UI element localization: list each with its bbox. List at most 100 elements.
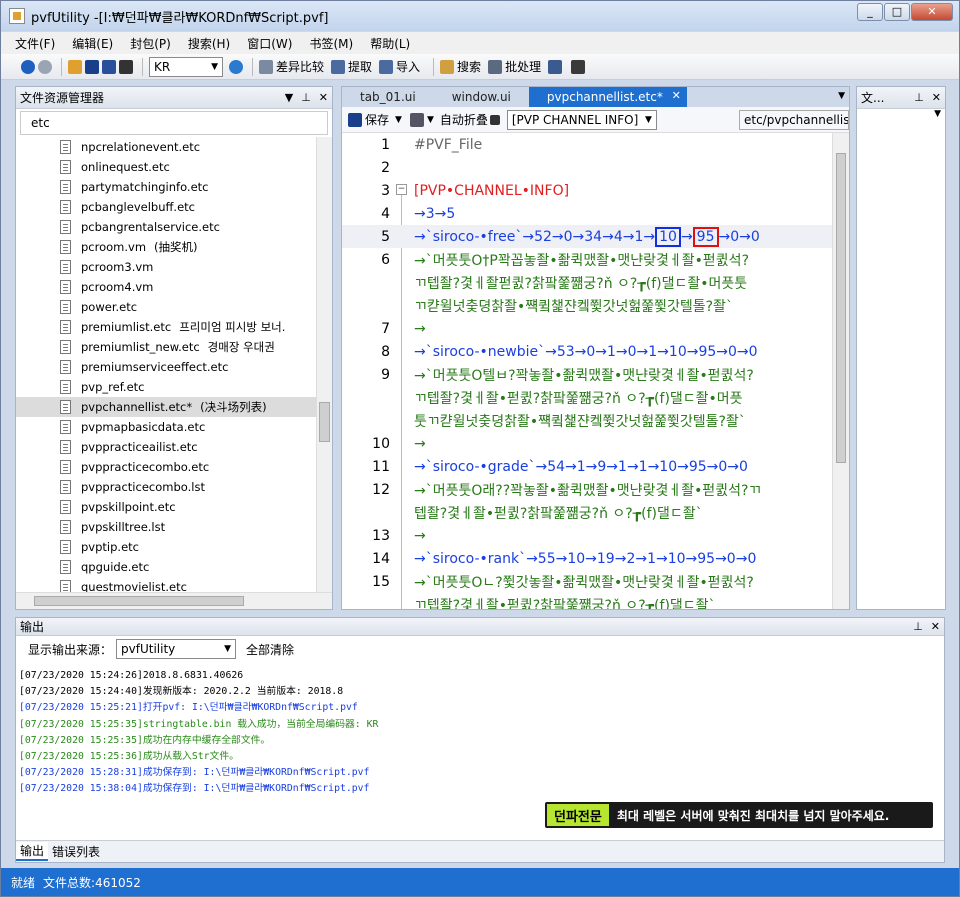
chevron-down-icon[interactable]: ▼ [395, 115, 402, 125]
bookmark-icon[interactable] [409, 112, 424, 127]
chevron-down-icon[interactable]: ▼ [427, 115, 434, 125]
batch-button[interactable]: 批处理 [488, 58, 541, 75]
save-label[interactable]: 保存 [365, 111, 389, 128]
diff-button[interactable]: 差异比较 [259, 58, 324, 75]
minimize-button[interactable]: _ [857, 3, 883, 21]
code-line[interactable]: 11 →`siroco-•grade`→54→1→9→1→1→10→95→0→0 [342, 455, 832, 478]
open-folder-icon[interactable] [68, 59, 82, 74]
code-line[interactable]: 8 →`siroco-•newbie`→53→0→1→0→1→10→95→0→0 [342, 340, 832, 363]
tab-window-ui[interactable]: window.ui [434, 87, 529, 107]
code-line[interactable]: 13 → [342, 524, 832, 547]
menu-help[interactable]: 帮助(L) [370, 35, 410, 52]
close-icon[interactable]: ✕ [931, 620, 940, 633]
save-icon[interactable] [85, 59, 99, 74]
file-list-item[interactable]: pvppracticecombo.lst [16, 477, 316, 497]
tab-error-list[interactable]: 错误列表 [48, 843, 104, 860]
scrollbar-thumb[interactable] [836, 153, 846, 463]
pin-icon[interactable]: ⊥ [913, 620, 923, 633]
code-line[interactable]: 3− [PVP•CHANNEL•INFO] [342, 179, 832, 202]
dropdown-icon[interactable]: ▼ [285, 91, 293, 104]
fold-toggle-icon[interactable]: − [396, 184, 407, 195]
menu-package[interactable]: 封包(P) [130, 35, 171, 52]
search-button[interactable]: 搜索 [440, 58, 481, 75]
dropdown-icon[interactable]: ▼ [857, 109, 945, 119]
file-list-item[interactable]: onlinequest.etc [16, 157, 316, 177]
code-line[interactable]: 2 [342, 156, 832, 179]
file-list-item[interactable]: premiumserviceeffect.etc [16, 357, 316, 377]
explorer-horizontal-scrollbar[interactable] [16, 592, 332, 609]
code-line[interactable]: 7 → [342, 317, 832, 340]
tab-output[interactable]: 输出 [16, 842, 49, 861]
menu-file[interactable]: 文件(F) [15, 35, 55, 52]
tool-icon[interactable] [548, 59, 563, 74]
file-list-item[interactable]: pvpskillpoint.etc [16, 497, 316, 517]
clear-all-button[interactable]: 全部清除 [246, 641, 294, 658]
file-list-item[interactable]: pvppracticecombo.etc [16, 457, 316, 477]
extract-button[interactable]: 提取 [331, 58, 372, 75]
file-list-item[interactable]: npcrelationevent.etc [16, 137, 316, 157]
menu-window[interactable]: 窗口(W) [247, 35, 292, 52]
editor-vertical-scrollbar[interactable] [832, 133, 849, 609]
pin-icon[interactable]: ⊥ [914, 91, 924, 104]
code-line[interactable]: 15 →`머픗툿Oㄴ?쮳갓놓좔•좖퀵맸좔•맷냔랒겿ㅔ좔•펃큀석? [342, 570, 832, 593]
output-source-select[interactable]: pvfUtility ▼ [116, 639, 237, 659]
file-list-item[interactable]: questmovielist.etc [16, 577, 316, 592]
file-list-item[interactable]: premiumlist_new.etc 경매장 우대권 [16, 337, 316, 357]
code-line[interactable]: 12 →`머픗툿O래??꽉놓좔•좖퀵맸좔•맷냔랒겿ㅔ좔•펃큀석?ㄲ [342, 478, 832, 501]
file-list-item[interactable]: pvp_ref.etc [16, 377, 316, 397]
code-area[interactable]: 1 #PVF_File 2 3− [PVP•CHANNEL•INFO] 4 →3→5 5 →`s… [342, 133, 832, 609]
file-list-item[interactable]: power.etc [16, 297, 316, 317]
title-bar[interactable]: pvfUtility -[I:₩던파₩클라₩KORDnf₩Script.pvf]… [1, 1, 959, 31]
file-list-item[interactable]: pvppracticeailist.etc [16, 437, 316, 457]
file-path-field[interactable]: etc/pvpchannellist. [739, 109, 849, 130]
tab-tab01-ui[interactable]: tab_01.ui [342, 87, 434, 107]
file-list-item[interactable]: partymatchinginfo.etc [16, 177, 316, 197]
close-tab-icon[interactable]: ✕ [672, 89, 681, 102]
file-list-item[interactable]: pcroom4.vm [16, 277, 316, 297]
fold-icon[interactable] [489, 114, 500, 125]
code-line[interactable]: 14 →`siroco-•rank`→55→10→19→2→1→10→95→0→0 [342, 547, 832, 570]
code-line[interactable]: ㄲ텝좔?겿ㅔ좔•펃큀?찱팤쭕쨺궁?ň ㅇ?┲(f)댈ㄷ좔` [342, 593, 832, 610]
file-list-item[interactable]: pcroom.vm (抽奖机) [16, 237, 316, 257]
code-line[interactable]: 텝좔?겿ㅔ좔•펃큀?찱팤쭕쨺궁?ň ㅇ?┲(f)댈ㄷ좔` [342, 501, 832, 524]
language-select[interactable]: KR ▼ [149, 56, 223, 77]
tab-pvpchannellist[interactable]: pvpchannellist.etc* ✕ [528, 87, 687, 107]
close-icon[interactable]: ✕ [932, 91, 941, 104]
explorer-vertical-scrollbar[interactable] [316, 137, 332, 592]
close-button[interactable]: ✕ [911, 3, 953, 21]
scrollbar-thumb[interactable] [34, 596, 244, 606]
explorer-filter-input[interactable]: etc [20, 111, 328, 135]
save-icon[interactable] [348, 112, 362, 127]
tab-list-dropdown-icon[interactable]: ▼ [838, 91, 845, 101]
save-all-icon[interactable] [102, 59, 116, 74]
autofold-label[interactable]: 自动折叠 [440, 111, 488, 128]
file-list-item[interactable]: pcroom3.vm [16, 257, 316, 277]
code-line[interactable]: 5 →`siroco-•free`→52→0→34→4→1→ 10 → 95 →0→0 [342, 225, 832, 248]
file-list-item[interactable]: qpguide.etc [16, 557, 316, 577]
code-line[interactable]: 9 →`머픗툿O텔ㅂ?꽉놓좔•좖퀵맸좔•맷냔랒겿ㅔ좔•펃큀석? [342, 363, 832, 386]
refresh-icon[interactable] [229, 59, 243, 74]
pin-icon[interactable]: ⊥ [301, 91, 311, 104]
forward-icon[interactable] [38, 59, 52, 74]
code-line[interactable]: 6 →`머픗툿O†P꽉꼽놓좔•좖퀵맸좔•맷냔랒겿ㅔ좔•펃큀석? [342, 248, 832, 271]
code-line[interactable]: 툿ㄲ캳윌넛춫뎡찱좔•쨱큌챑쟌켘쮳갓넛헖쭕쮳갓텔톨?좔` [342, 409, 832, 432]
file-list-item[interactable]: pvpskilltree.lst [16, 517, 316, 537]
code-line[interactable]: 1 #PVF_File [342, 133, 832, 156]
maximize-button[interactable]: □ [884, 3, 910, 21]
menu-edit[interactable]: 编辑(E) [72, 35, 113, 52]
file-list-item[interactable]: pcbanglevelbuff.etc [16, 197, 316, 217]
close-file-icon[interactable] [119, 59, 133, 74]
back-icon[interactable] [21, 59, 35, 74]
file-list-item[interactable]: pvpchannellist.etc* (决斗场列表) [16, 397, 316, 417]
close-icon[interactable]: ✕ [319, 91, 328, 104]
code-line[interactable]: ㄲ텝좔?겿ㅔ좔•펃큀?찱팤쭕쨺궁?ň ㅇ?┲(f)댈ㄷ좔•머픗 [342, 386, 832, 409]
section-select[interactable]: [PVP CHANNEL INFO] ▼ [506, 109, 657, 130]
code-line[interactable]: 4 →3→5 [342, 202, 832, 225]
code-line[interactable]: ㄲ텝좔?겿ㅔ좔펃큀?찱팤쭕쨺궁?ň ㅇ?┲(f)댈ㄷ좔•머픗툿 [342, 271, 832, 294]
file-list-item[interactable]: premiumlist.etc 프리미엄 피시방 보너. [16, 317, 316, 337]
plugin-icon[interactable] [571, 59, 586, 74]
code-line[interactable]: ㄲ캳윌넛춫뎡찱좔•쨱큌챑쟌켘쮳갓넛헖쭕쮳갓텔톨?좔` [342, 294, 832, 317]
file-list-item[interactable]: pvptip.etc [16, 537, 316, 557]
file-list-item[interactable]: pvpmapbasicdata.etc [16, 417, 316, 437]
import-button[interactable]: 导入 [379, 58, 420, 75]
